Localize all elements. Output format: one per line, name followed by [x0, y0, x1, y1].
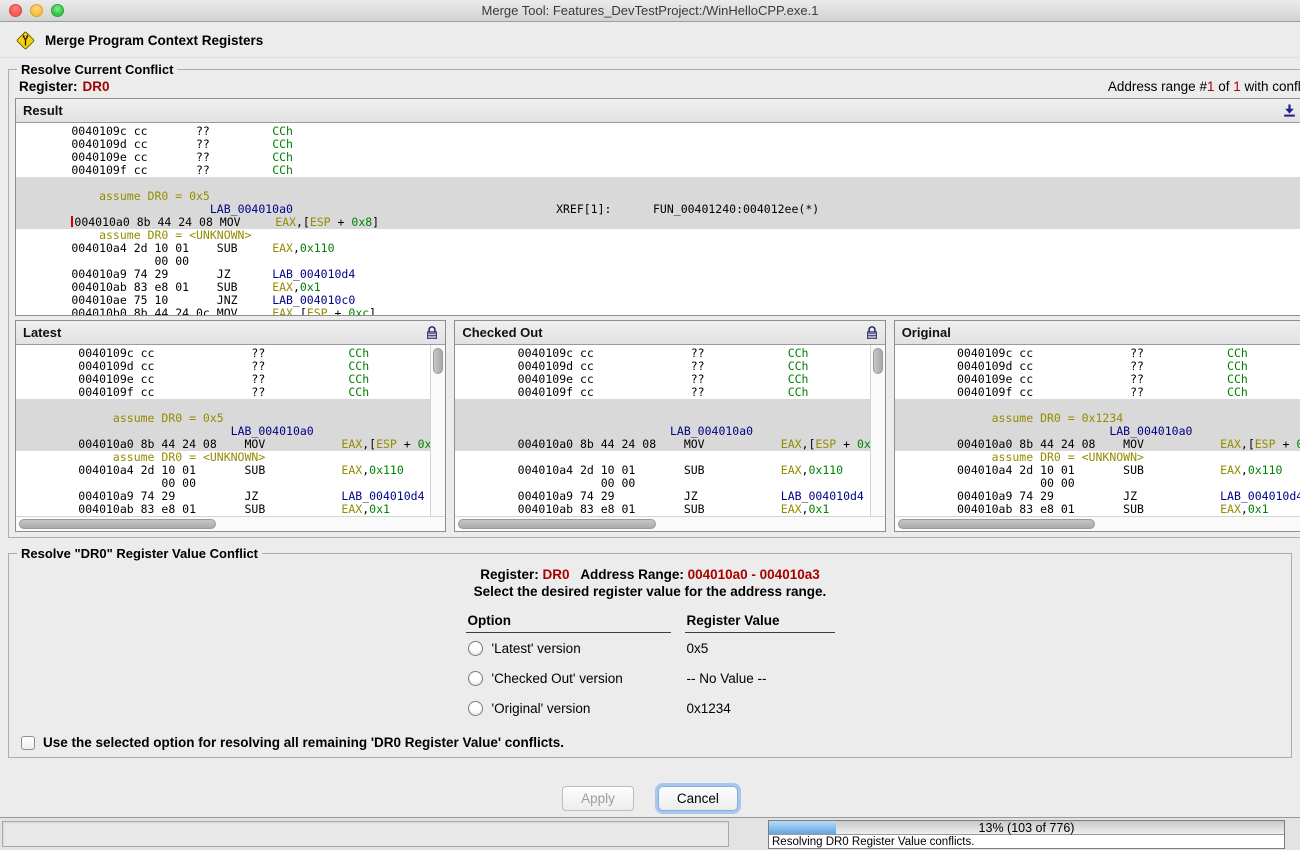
checked-out-panel: Checked Out 0040109c cc ?? CCh 0040109d … — [454, 320, 885, 532]
latest-panel: Latest 0040109c cc ?? CCh 0040109d cc — [15, 320, 446, 532]
use-for-all-row: Use the selected option for resolving al… — [21, 735, 1285, 750]
cancel-button[interactable]: Cancel — [658, 786, 738, 811]
status-bar: 13% (103 of 776) Resolving DR0 Register … — [0, 817, 1300, 850]
lock-icon[interactable] — [866, 326, 878, 340]
use-for-all-label: Use the selected option for resolving al… — [43, 735, 564, 750]
conflict-register-value: DR0 — [543, 567, 570, 582]
zoom-button[interactable] — [51, 4, 64, 17]
progress-area: 13% (103 of 776) Resolving DR0 Register … — [768, 820, 1285, 849]
scrollbar-thumb[interactable] — [433, 348, 443, 374]
resolve-register-value-conflict-group: Resolve "DR0" Register Value Conflict Re… — [8, 546, 1292, 758]
result-panel-header: Result — [16, 99, 1300, 123]
progress-bar: 13% (103 of 776) — [769, 821, 1284, 835]
conflict-instruction: Select the desired register value for th… — [15, 584, 1285, 599]
result-panel: Result — [15, 98, 1300, 316]
radio-original-version[interactable] — [468, 701, 483, 716]
window-titlebar: Merge Tool: Features_DevTestProject:/Win… — [0, 0, 1300, 22]
scroll-to-end-icon[interactable] — [1283, 104, 1296, 117]
option-label: 'Latest' version — [492, 641, 581, 656]
close-button[interactable] — [9, 4, 22, 17]
resolve-current-conflict-group: Resolve Current Conflict Register: DR0 Ad… — [8, 62, 1300, 538]
result-listing[interactable]: 0040109c cc ?? CCh 0040109d cc ?? CCh 00… — [16, 123, 1300, 315]
checked-out-listing[interactable]: 0040109c cc ?? CCh 0040109d cc ?? CCh 00… — [455, 345, 884, 516]
value-original: 0x1234 — [685, 693, 835, 723]
window-title: Merge Tool: Features_DevTestProject:/Win… — [482, 3, 819, 18]
scrollbar-thumb[interactable] — [898, 519, 1095, 529]
option-table: Option Register Value 'Latest' version 0… — [466, 611, 835, 723]
checked-out-vertical-scrollbar[interactable] — [870, 345, 885, 516]
latest-horizontal-scrollbar[interactable] — [16, 516, 445, 531]
option-row-original: 'Original' version — [466, 693, 671, 723]
scrollbar-thumb[interactable] — [19, 519, 216, 529]
value-checked-out: -- No Value -- — [685, 663, 835, 693]
radio-latest-version[interactable] — [468, 641, 483, 656]
option-label: 'Original' version — [492, 701, 591, 716]
progress-text: 13% (103 of 776) — [769, 821, 1284, 835]
status-message-area — [2, 821, 729, 847]
merge-sign-icon — [16, 31, 35, 50]
register-line: Register: DR0 — [19, 79, 110, 94]
original-panel-header: Original — [895, 321, 1300, 345]
address-range-status: Address range #1 of 1 with conflicts — [1108, 79, 1300, 94]
checked-out-panel-header: Checked Out — [455, 321, 884, 345]
apply-button[interactable]: Apply — [562, 786, 634, 811]
latest-panel-title: Latest — [23, 325, 61, 340]
group-title: Resolve Current Conflict — [17, 62, 177, 77]
group-title: Resolve "DR0" Register Value Conflict — [17, 546, 262, 561]
original-panel: Original 0040109c cc ?? CCh 0040109d cc — [894, 320, 1300, 532]
scrollbar-thumb[interactable] — [458, 519, 655, 529]
latest-panel-header: Latest — [16, 321, 445, 345]
minimize-button[interactable] — [30, 4, 43, 17]
original-horizontal-scrollbar[interactable] — [895, 516, 1300, 531]
option-column-header: Option — [466, 611, 671, 633]
checked-out-panel-title: Checked Out — [462, 325, 542, 340]
progress-message: Resolving DR0 Register Value conflicts. — [769, 835, 1284, 849]
conflict-address-range: 004010a0 - 004010a3 — [688, 567, 820, 582]
original-listing[interactable]: 0040109c cc ?? CCh 0040109d cc ?? CCh 00… — [895, 345, 1300, 516]
register-label: Register: — [19, 79, 78, 94]
merge-phase-header: Merge Program Context Registers — [0, 22, 1300, 58]
use-for-all-checkbox[interactable] — [21, 736, 35, 750]
latest-listing[interactable]: 0040109c cc ?? CCh 0040109d cc ?? CCh 00… — [16, 345, 445, 516]
register-value-column-header: Register Value — [685, 611, 835, 633]
conflict-register-line: Register: DR0 Address Range: 004010a0 - … — [15, 567, 1285, 582]
radio-checked-out-version[interactable] — [468, 671, 483, 686]
page-title: Merge Program Context Registers — [45, 33, 263, 48]
checked-out-horizontal-scrollbar[interactable] — [455, 516, 884, 531]
original-panel-title: Original — [902, 325, 951, 340]
option-label: 'Checked Out' version — [492, 671, 623, 686]
latest-vertical-scrollbar[interactable] — [430, 345, 445, 516]
option-row-checked-out: 'Checked Out' version — [466, 663, 671, 693]
scrollbar-thumb[interactable] — [873, 348, 883, 374]
option-row-latest: 'Latest' version — [466, 633, 671, 663]
value-latest: 0x5 — [685, 633, 835, 663]
result-panel-title: Result — [23, 103, 63, 118]
lock-icon[interactable] — [426, 326, 438, 340]
register-value: DR0 — [83, 79, 110, 94]
